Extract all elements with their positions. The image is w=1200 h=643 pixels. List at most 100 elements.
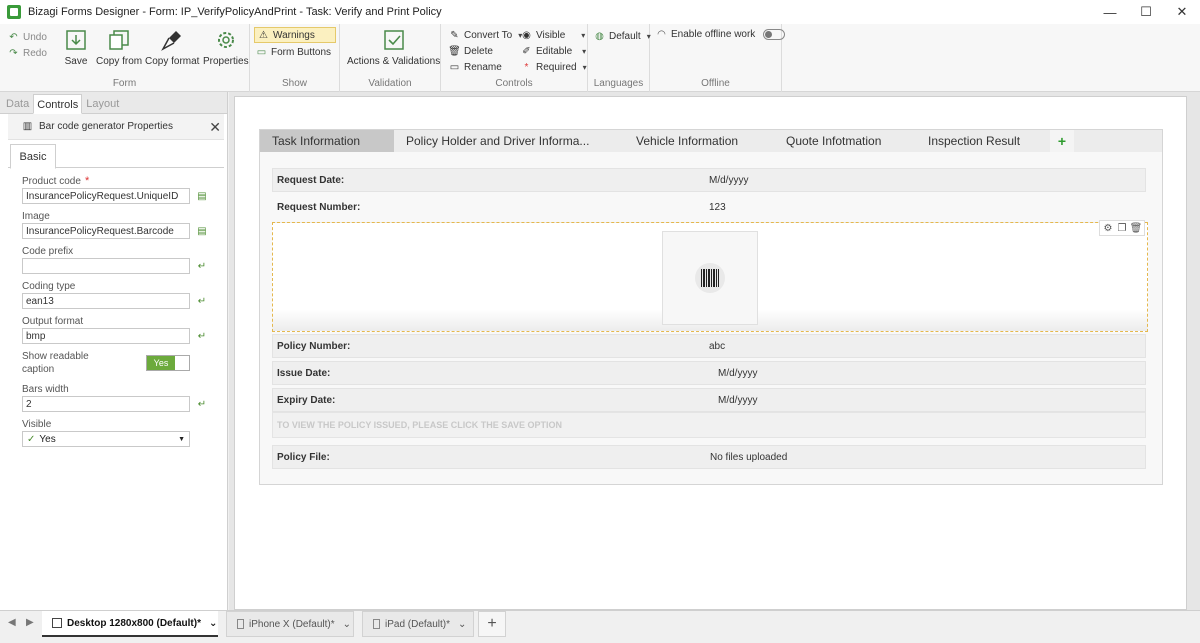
warnings-toggle[interactable]: ⚠ Warnings [254, 27, 336, 43]
return-arrow-icon[interactable]: ↵ [196, 295, 208, 307]
image-input[interactable]: InsurancePolicyRequest.Barcode [22, 223, 190, 239]
edit-icon: ✐ [522, 45, 531, 57]
bars-width-input[interactable]: 2 [22, 396, 190, 412]
convert-icon: ✎ [450, 29, 459, 41]
tab-inspection-result[interactable]: Inspection Result [908, 130, 1050, 152]
device-tab-desktop[interactable]: Desktop 1280x800 (Default) * ⌄ [42, 611, 218, 637]
properties-button[interactable]: Properties [203, 28, 249, 67]
chevron-down-icon[interactable]: ⌄ [458, 619, 466, 630]
ribbon-group-controls: ✎ Convert To ▾ 🗑 Delete ▭ Rename ◉ Visibl… [441, 24, 588, 92]
group-label-controls: Controls [495, 78, 533, 89]
minimize-button[interactable]: — [1092, 0, 1128, 24]
row-request-number[interactable]: Request Number: 123 [272, 195, 1146, 219]
gear-icon[interactable]: ⚙ [1102, 222, 1114, 234]
chevron-right-icon[interactable]: ▶ [26, 617, 34, 628]
output-format-input[interactable]: bmp [22, 328, 190, 344]
code-prefix-input[interactable] [22, 258, 190, 274]
device-bar: ◀ ▶ Desktop 1280x800 (Default) * ⌄ iPhon… [0, 610, 1200, 643]
form-buttons-toggle[interactable]: ▭ Form Buttons [256, 44, 331, 60]
tab-layout[interactable]: Layout [82, 93, 123, 113]
eye-icon: ◉ [522, 29, 531, 41]
row-expiry-date[interactable]: Expiry Date: M/d/yyyy [272, 388, 1146, 412]
database-icon[interactable]: ▤ [196, 225, 208, 237]
field-coding-type: Coding type ean13 ↵ [22, 279, 227, 309]
return-arrow-icon[interactable]: ↵ [196, 330, 208, 342]
chevron-down-icon[interactable]: ⌄ [343, 619, 351, 630]
trash-icon[interactable]: 🗑 [1130, 222, 1143, 234]
show-readable-caption-toggle[interactable]: Yes [146, 355, 190, 371]
row-request-date[interactable]: Request Date: M/d/yyyy [272, 168, 1146, 192]
form-buttons-icon: ▭ [256, 46, 267, 58]
return-arrow-icon[interactable]: ↵ [196, 260, 208, 272]
required-asterisk-icon: * [84, 175, 90, 187]
field-bars-width: Bars width 2 ↵ [22, 382, 227, 412]
rename-icon: ▭ [449, 61, 460, 73]
tab-data[interactable]: Data [2, 93, 33, 113]
tab-basic[interactable]: Basic [10, 144, 56, 169]
chevron-left-icon[interactable]: ◀ [8, 617, 16, 628]
device-tab-iphone[interactable]: iPhone X (Default) * ⌄ [226, 611, 354, 637]
save-button[interactable]: Save [64, 28, 88, 67]
barcode-control[interactable]: ⚙ ❐ 🗑 [272, 220, 1148, 332]
tab-policy-holder[interactable]: Policy Holder and Driver Informa... [394, 130, 612, 152]
undo-button[interactable]: ↶ Undo [8, 29, 47, 45]
tab-quote-information[interactable]: Quote Infotmation [762, 130, 908, 152]
design-canvas: Task Information Policy Holder and Drive… [229, 92, 1200, 610]
maximize-button[interactable]: ☐ [1128, 0, 1164, 24]
add-device-button[interactable]: + [478, 611, 506, 637]
required-dropdown[interactable]: * Required ▾ [521, 59, 587, 75]
row-issue-date[interactable]: Issue Date: M/d/yyyy [272, 361, 1146, 385]
ribbon-group-form: ↶ Undo ↷ Redo Save Copy from Copy format… [0, 24, 250, 92]
policy-note-text: TO VIEW THE POLICY ISSUED, PLEASE CLICK … [272, 412, 1146, 438]
return-arrow-icon[interactable]: ↵ [196, 398, 208, 410]
device-tab-ipad[interactable]: iPad (Default) * ⌄ [362, 611, 474, 637]
copy-from-button[interactable]: Copy from [96, 28, 142, 67]
barcode-preview [662, 231, 758, 325]
editable-dropdown[interactable]: ✐ Editable ▾ [521, 43, 587, 59]
convert-to-button[interactable]: ✎ Convert To ▾ [449, 27, 522, 43]
app-icon [7, 5, 21, 19]
barcode-icon: ▥ [22, 121, 33, 132]
form-tabs: Task Information Policy Holder and Drive… [260, 130, 1162, 152]
language-dropdown[interactable]: ◍ Default ▾ [594, 28, 651, 44]
tab-task-information[interactable]: Task Information [260, 130, 394, 152]
delete-button[interactable]: 🗑 Delete [448, 43, 522, 59]
control-toolbar: ⚙ ❐ 🗑 [1099, 220, 1145, 236]
close-properties-button[interactable]: ✕ [209, 119, 221, 136]
monitor-icon [52, 618, 62, 628]
tab-vehicle-information[interactable]: Vehicle Information [612, 130, 762, 152]
trash-icon: 🗑 [448, 45, 461, 57]
warning-icon: ⚠ [259, 29, 268, 41]
window-title: Bizagi Forms Designer - Form: IP_VerifyP… [28, 6, 442, 18]
database-icon[interactable]: ▤ [196, 190, 208, 202]
coding-type-input[interactable]: ean13 [22, 293, 190, 309]
field-code-prefix: Code prefix ↵ [22, 244, 227, 274]
copy-format-button[interactable]: Copy format [145, 28, 199, 67]
row-policy-file[interactable]: Policy File: No files uploaded [272, 445, 1146, 469]
properties-header: ▥ Bar code generator Properties [8, 114, 224, 140]
close-window-button[interactable]: ✕ [1164, 0, 1200, 24]
product-code-input[interactable]: InsurancePolicyRequest.UniqueID [22, 188, 190, 204]
field-show-readable-caption: Show readable caption Yes [22, 349, 227, 377]
visible-select[interactable]: ✓ Yes ▼ [22, 431, 190, 447]
row-policy-number[interactable]: Policy Number: abc [272, 334, 1146, 358]
rename-button[interactable]: ▭ Rename [449, 59, 522, 75]
offline-switch[interactable] [763, 28, 786, 40]
actions-validations-button[interactable]: Actions & Validations [347, 28, 440, 67]
copy-from-icon [107, 28, 131, 52]
visible-dropdown[interactable]: ◉ Visible ▾ [521, 27, 587, 43]
copy-icon[interactable]: ❐ [1116, 222, 1128, 234]
field-image: Image InsurancePolicyRequest.Barcode ▤ [22, 209, 227, 239]
chevron-down-icon[interactable]: ⌄ [209, 618, 217, 629]
field-visible: Visible ✓ Yes ▼ [22, 417, 227, 447]
form-surface: Task Information Policy Holder and Drive… [234, 96, 1187, 610]
ribbon-group-offline: ◠ Enable offline work Offline [650, 24, 786, 92]
tab-controls[interactable]: Controls [33, 94, 83, 114]
redo-button[interactable]: ↷ Redo [8, 45, 47, 61]
properties-panel: Data Controls Layout ▥ Bar code generato… [0, 92, 228, 610]
group-label-show: Show [281, 78, 307, 89]
globe-icon: ◍ [595, 30, 604, 42]
save-icon [64, 28, 88, 52]
enable-offline-toggle[interactable]: ◠ Enable offline work [656, 26, 786, 42]
add-tab-button[interactable]: + [1050, 130, 1074, 152]
